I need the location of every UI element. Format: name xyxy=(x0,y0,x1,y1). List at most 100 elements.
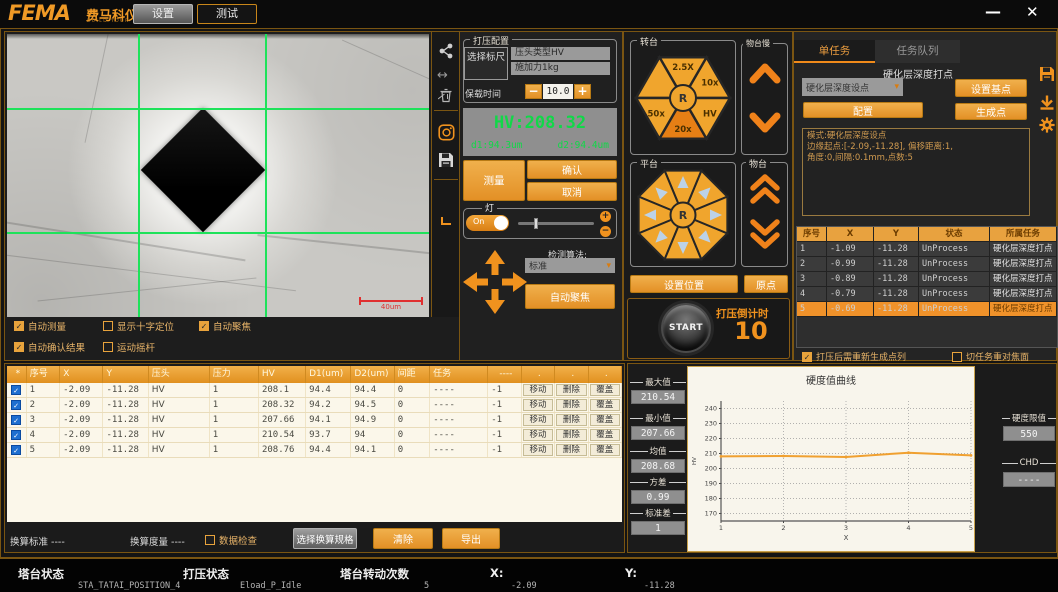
clear-button[interactable]: 清除 xyxy=(373,528,433,549)
configure-button[interactable]: 配置 xyxy=(803,102,923,118)
hold-time-plus-button[interactable]: + xyxy=(574,84,591,99)
slider-thumb[interactable] xyxy=(534,218,538,229)
collapse-icon[interactable] xyxy=(441,217,451,225)
move-arrow-left[interactable] xyxy=(463,272,488,292)
save-task-icon[interactable] xyxy=(1039,66,1055,82)
select-ruler-button[interactable]: 选择标尺 xyxy=(464,47,508,80)
move-button[interactable]: 移动 xyxy=(523,429,553,441)
result-row[interactable]: ✓5-2.09-11.28HV1208.7694.494.10-----1移动删… xyxy=(7,443,622,458)
export-button[interactable]: 导出 xyxy=(442,528,500,549)
checkbox-icon[interactable] xyxy=(103,321,113,331)
gear-icon[interactable] xyxy=(1039,117,1055,133)
minimize-icon[interactable]: — xyxy=(985,2,1001,21)
camera-icon[interactable] xyxy=(438,124,455,141)
checkbox-icon[interactable]: ✓ xyxy=(802,352,812,362)
overwrite-button[interactable]: 覆盖 xyxy=(590,399,620,411)
delete-button[interactable]: 删除 xyxy=(556,429,586,441)
camera-option[interactable]: ✓自动聚焦 xyxy=(199,320,251,332)
light-plus-button[interactable]: + xyxy=(600,211,611,222)
task-point-row[interactable]: 2-0.99-11.28UnProcess硬化层深度打点 xyxy=(797,257,1057,272)
stage-down-button[interactable] xyxy=(748,217,782,251)
limit-value[interactable]: 550 xyxy=(1003,426,1055,441)
overwrite-button[interactable]: 覆盖 xyxy=(590,444,620,456)
confirm-button[interactable]: 确认 xyxy=(527,160,617,179)
test-button[interactable]: 测试 xyxy=(197,4,257,24)
data-check-option[interactable]: 数据检查 xyxy=(205,533,257,547)
cancel-button[interactable]: 取消 xyxy=(527,182,617,201)
task-point-row[interactable]: 1-1.09-11.28UnProcess硬化层深度打点 xyxy=(797,242,1057,257)
row-checkbox-icon[interactable]: ✓ xyxy=(11,430,21,440)
light-toggle[interactable]: On xyxy=(466,215,509,231)
tab-task-queue[interactable]: 任务队列 xyxy=(875,40,960,63)
autofocus-button[interactable]: 自动聚焦 xyxy=(525,284,615,309)
task-option[interactable]: ✓打压后需重新生成点列 xyxy=(802,350,906,363)
task-point-row[interactable]: 3-0.89-11.28UnProcess硬化层深度打点 xyxy=(797,272,1057,287)
set-position-button[interactable]: 设置位置 xyxy=(630,275,738,293)
task-point-row[interactable]: 4-0.79-11.28UnProcess硬化层深度打点 xyxy=(797,287,1057,302)
share-icon[interactable] xyxy=(438,42,454,60)
camera-option[interactable]: ✓自动确认结果 xyxy=(14,341,85,353)
force-field[interactable]: 施加力1kg xyxy=(511,62,610,75)
move-arrow-right[interactable] xyxy=(502,272,527,292)
hold-time-minus-button[interactable]: − xyxy=(525,84,542,99)
move-arrow-up[interactable] xyxy=(485,250,505,275)
camera-option[interactable]: ✓自动测量 xyxy=(14,320,66,332)
stage-slow-up-button[interactable] xyxy=(748,60,782,86)
select-conversion-spec-button[interactable]: 选择换算规格 xyxy=(293,528,357,549)
task-point-row[interactable]: 5-0.69-11.28UnProcess硬化层深度打点 xyxy=(797,302,1057,317)
resize-horizontal-icon[interactable]: ↔ xyxy=(437,68,448,83)
row-checkbox-icon[interactable]: ✓ xyxy=(11,415,21,425)
overwrite-button[interactable]: 覆盖 xyxy=(590,429,620,441)
set-base-point-button[interactable]: 设置基点 xyxy=(955,79,1027,97)
light-minus-button[interactable]: − xyxy=(600,226,611,237)
close-icon[interactable]: ✕ xyxy=(1026,3,1039,21)
result-row[interactable]: ✓1-2.09-11.28HV1208.194.494.40-----1移动删除… xyxy=(7,383,622,398)
result-row[interactable]: ✓4-2.09-11.28HV1210.5493.7940-----1移动删除覆… xyxy=(7,428,622,443)
checkbox-icon[interactable] xyxy=(952,352,962,362)
microscope-view[interactable]: 40um xyxy=(7,34,429,317)
checkbox-icon[interactable]: ✓ xyxy=(14,321,24,331)
row-checkbox-icon[interactable]: ✓ xyxy=(11,445,21,455)
measure-button[interactable]: 测量 xyxy=(463,160,525,201)
checkbox-icon[interactable]: ✓ xyxy=(199,321,209,331)
delete-button[interactable]: 删除 xyxy=(556,399,586,411)
checkbox-icon[interactable] xyxy=(103,342,113,352)
settings-button[interactable]: 设置 xyxy=(133,4,193,24)
move-arrow-down[interactable] xyxy=(485,289,505,314)
overwrite-button[interactable]: 覆盖 xyxy=(590,384,620,396)
hold-time-value[interactable]: 10.0 xyxy=(543,84,573,99)
trash-icon[interactable] xyxy=(438,87,454,103)
checkbox-icon[interactable]: ✓ xyxy=(14,342,24,352)
overwrite-button[interactable]: 覆盖 xyxy=(590,414,620,426)
start-button[interactable]: START xyxy=(661,303,711,353)
save-icon[interactable] xyxy=(438,152,454,168)
move-button[interactable]: 移动 xyxy=(523,399,553,411)
task-preset-dropdown[interactable]: 硬化层深度设点 ▾ xyxy=(802,78,903,96)
result-row[interactable]: ✓3-2.09-11.28HV1207.6694.194.90-----1移动删… xyxy=(7,413,622,428)
toggle-knob[interactable] xyxy=(494,216,508,230)
move-button[interactable]: 移动 xyxy=(523,444,553,456)
result-row[interactable]: ✓2-2.09-11.28HV1208.3294.294.50-----1移动删… xyxy=(7,398,622,413)
delete-button[interactable]: 删除 xyxy=(556,384,586,396)
generate-points-button[interactable]: 生成点 xyxy=(955,103,1027,120)
camera-move-pad[interactable] xyxy=(460,247,530,317)
stage-slow-down-button[interactable] xyxy=(748,110,782,136)
checkbox-icon[interactable] xyxy=(205,535,215,545)
camera-option[interactable]: 运动摇杆 xyxy=(103,341,155,353)
row-checkbox-icon[interactable]: ✓ xyxy=(11,385,21,395)
stage-up-button[interactable] xyxy=(748,172,782,206)
move-button[interactable]: 移动 xyxy=(523,384,553,396)
platform-move-pad[interactable]: R xyxy=(633,165,733,265)
detect-algo-dropdown[interactable]: 标准 ▾ xyxy=(525,258,615,273)
row-checkbox-icon[interactable]: ✓ xyxy=(11,400,21,410)
indenter-type-field[interactable]: 压头类型HV xyxy=(511,47,610,60)
camera-option[interactable]: 显示十字定位 xyxy=(103,320,174,332)
download-icon[interactable] xyxy=(1039,94,1055,110)
task-option[interactable]: 切任务重对焦面 xyxy=(952,350,1029,363)
tab-single-task[interactable]: 单任务 xyxy=(794,40,875,63)
origin-button[interactable]: 原点 xyxy=(744,275,788,293)
delete-button[interactable]: 删除 xyxy=(556,444,586,456)
delete-button[interactable]: 删除 xyxy=(556,414,586,426)
move-button[interactable]: 移动 xyxy=(523,414,553,426)
light-brightness-slider[interactable] xyxy=(518,222,594,225)
